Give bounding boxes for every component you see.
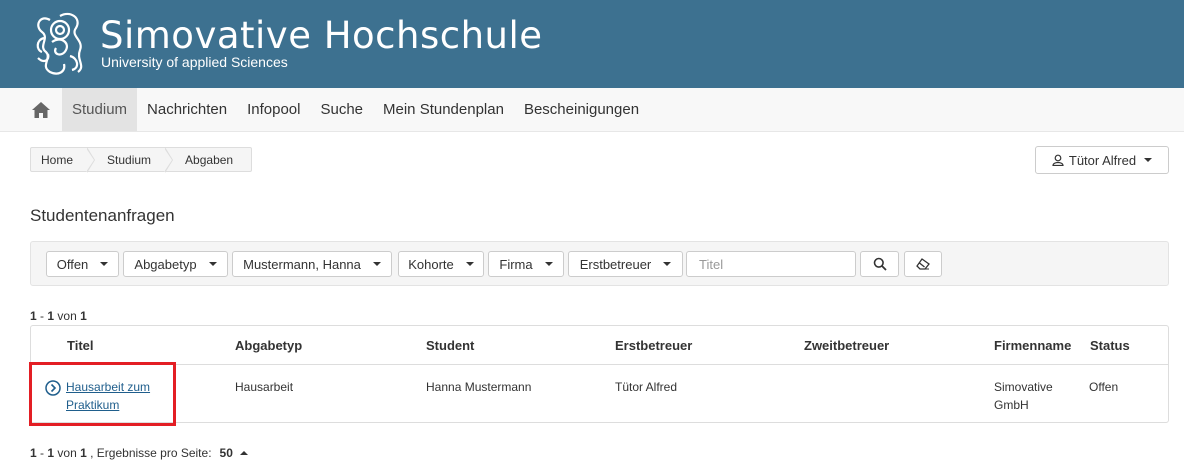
chevron-down-icon bbox=[663, 262, 672, 266]
student-filter-dropdown[interactable]: Mustermann, Hanna bbox=[232, 251, 392, 277]
cell-abgabetyp: Hausarbeit bbox=[235, 380, 294, 394]
university-logo-icon[interactable] bbox=[30, 8, 92, 80]
home-icon[interactable] bbox=[20, 88, 62, 131]
column-header-abgabetyp[interactable]: Abgabetyp bbox=[235, 338, 302, 353]
column-header-zweitbetreuer[interactable]: Zweitbetreuer bbox=[804, 338, 889, 353]
cell-student: Hanna Mustermann bbox=[426, 380, 532, 394]
nav-item-mein-stundenplan[interactable]: Mein Stundenplan bbox=[373, 88, 514, 131]
search-icon bbox=[873, 257, 887, 271]
brand-subtitle: University of applied Sciences bbox=[101, 54, 288, 70]
chevron-down-icon bbox=[1144, 158, 1153, 162]
kohorte-filter-dropdown[interactable]: Kohorte bbox=[398, 251, 484, 277]
result-count-top: 1 - 1 von 1 bbox=[30, 309, 87, 323]
breadcrumb-abgaben: Abgaben bbox=[185, 152, 234, 167]
chevron-down-icon bbox=[208, 262, 217, 266]
chevron-down-icon bbox=[372, 262, 381, 266]
nav-item-studium[interactable]: Studium bbox=[62, 88, 138, 131]
filter-bar: Offen Abgabetyp Mustermann, Hanna Kohort… bbox=[30, 241, 1169, 286]
firma-filter-dropdown[interactable]: Firma bbox=[488, 251, 564, 277]
title-search-input[interactable] bbox=[686, 251, 856, 277]
chevron-up-icon[interactable] bbox=[239, 451, 248, 455]
per-page-select[interactable]: 50 bbox=[220, 446, 233, 460]
nav-item-infopool[interactable]: Infopool bbox=[237, 88, 310, 131]
nav-item-suche[interactable]: Suche bbox=[310, 88, 373, 131]
highlight-box bbox=[29, 362, 176, 426]
site-header: Simovative Hochschule University of appl… bbox=[0, 0, 1184, 88]
clear-filters-button[interactable] bbox=[904, 251, 942, 277]
abgabetyp-filter-dropdown[interactable]: Abgabetyp bbox=[123, 251, 228, 277]
cell-firmenname: Simovative GmbH bbox=[994, 380, 1053, 412]
breadcrumb-home[interactable]: Home bbox=[31, 147, 96, 173]
column-header-titel[interactable]: Titel bbox=[67, 338, 94, 353]
eraser-icon bbox=[916, 258, 930, 270]
user-menu-button[interactable]: Tütor Alfred bbox=[1035, 146, 1169, 174]
user-icon bbox=[1052, 154, 1064, 166]
breadcrumb-studium[interactable]: Studium bbox=[87, 147, 174, 173]
breadcrumb: Home Studium Abgaben bbox=[30, 147, 253, 173]
cell-erstbetreuer: Tütor Alfred bbox=[615, 380, 678, 394]
column-header-student[interactable]: Student bbox=[426, 338, 474, 353]
nav-item-nachrichten[interactable]: Nachrichten bbox=[137, 88, 237, 131]
user-name: Tütor Alfred bbox=[1068, 152, 1137, 168]
chevron-down-icon bbox=[465, 262, 474, 266]
results-table: Titel Abgabetyp Student Erstbetreuer Zwe… bbox=[30, 325, 1169, 423]
result-count-bottom: 1 - 1 von 1 , Ergebnisse pro Seite: 50 bbox=[30, 446, 248, 460]
column-header-firmenname[interactable]: Firmenname bbox=[994, 338, 1071, 353]
table-divider bbox=[31, 364, 1168, 365]
page-title: Studentenanfragen bbox=[30, 206, 175, 225]
chevron-down-icon bbox=[544, 262, 553, 266]
chevron-down-icon bbox=[100, 262, 109, 266]
status-filter-dropdown[interactable]: Offen bbox=[46, 251, 119, 277]
column-header-status[interactable]: Status bbox=[1090, 338, 1130, 353]
nav-item-bescheinigungen[interactable]: Bescheinigungen bbox=[514, 88, 649, 131]
column-header-erstbetreuer[interactable]: Erstbetreuer bbox=[615, 338, 692, 353]
cell-status: Offen bbox=[1089, 380, 1119, 394]
brand-title: Simovative Hochschule bbox=[100, 14, 543, 57]
search-button[interactable] bbox=[860, 251, 899, 277]
erstbetreuer-filter-dropdown[interactable]: Erstbetreuer bbox=[568, 251, 683, 277]
main-nav: Studium Nachrichten Infopool Suche Mein … bbox=[0, 88, 1184, 132]
